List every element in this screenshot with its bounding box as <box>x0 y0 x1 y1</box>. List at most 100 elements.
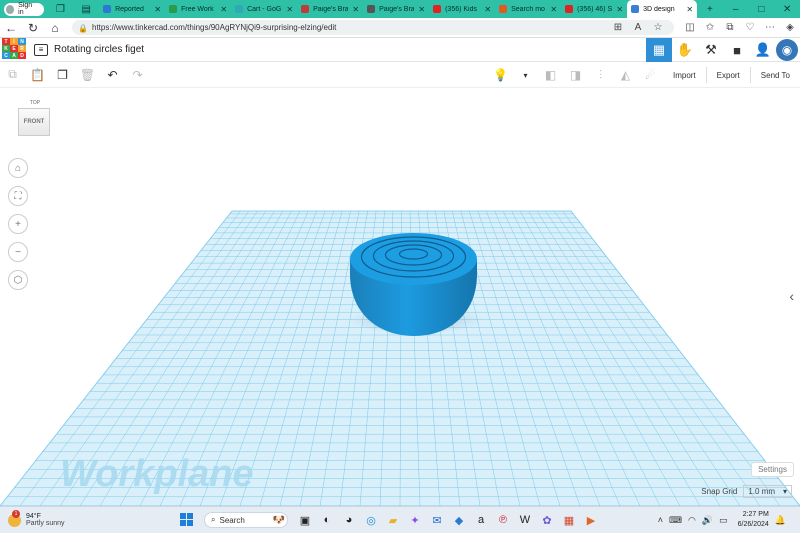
more-menu-icon[interactable]: ⋯ <box>760 22 780 33</box>
read-aloud-icon[interactable]: A <box>628 22 648 33</box>
wifi-icon[interactable]: ◠ <box>688 515 696 526</box>
align-icon[interactable]: ⫶ <box>588 68 613 83</box>
start-icon[interactable] <box>180 513 194 527</box>
project-title[interactable]: Rotating circles figet <box>54 44 144 55</box>
perspective-icon[interactable]: ⬡ <box>8 270 28 290</box>
view-cube-front[interactable]: FRONT <box>18 108 50 136</box>
ungroup-icon[interactable]: ◨ <box>563 68 588 82</box>
weather-widget[interactable]: 1 94°F Partly sunny <box>8 509 158 527</box>
export-button[interactable]: Export <box>707 71 750 80</box>
avatar[interactable]: ◉ <box>776 39 798 61</box>
sign-in-button[interactable]: Sign in <box>4 2 44 16</box>
zoom-out-icon[interactable]: − <box>8 242 28 262</box>
send-to-button[interactable]: Send To <box>751 71 800 80</box>
app-icon[interactable]: ✿ <box>536 511 558 529</box>
browser-tab[interactable]: Cart - GoG ✕ <box>231 0 297 18</box>
volume-icon[interactable]: 🔊 <box>702 515 713 526</box>
pickaxe-icon[interactable]: ⚒ <box>698 38 724 62</box>
url-field[interactable]: 🔒 https://www.tinkercad.com/things/90AgR… <box>72 20 674 35</box>
settings-button[interactable]: Settings <box>751 462 794 477</box>
tab-actions-icon[interactable]: ▤ <box>73 4 99 15</box>
mirror-icon[interactable]: ◭ <box>613 68 638 82</box>
close-tab-icon[interactable]: ✕ <box>686 5 693 14</box>
battery-icon[interactable]: ▭ <box>719 515 728 526</box>
clock[interactable]: 2:27 PM 6/26/2024 <box>738 510 769 530</box>
close-tab-icon[interactable]: ✕ <box>154 5 161 14</box>
home-button[interactable]: ⌂ <box>44 21 66 35</box>
light-bulb-icon[interactable]: 💡 <box>488 68 513 82</box>
group-icon[interactable]: ◧ <box>538 68 563 82</box>
browser-tab[interactable]: Reported ✕ <box>99 0 165 18</box>
fit-view-icon[interactable]: ⛶ <box>8 186 28 206</box>
file-explorer-icon[interactable]: ▰ <box>382 511 404 529</box>
maximize-button[interactable]: □ <box>749 4 775 15</box>
cruise-icon[interactable]: ☄ <box>638 68 663 82</box>
browser-tab[interactable]: 3D design ✕ <box>627 0 698 18</box>
notification-bell-icon[interactable]: 🔔 <box>775 515 786 526</box>
close-window-button[interactable]: ✕ <box>774 4 800 15</box>
taskbar-search[interactable]: ⌕ Search 🐶 <box>204 512 288 528</box>
copilot-icon[interactable]: ✦ <box>404 511 426 529</box>
wikipedia-icon[interactable]: W <box>514 511 536 529</box>
split-screen-icon[interactable]: ◫ <box>680 22 700 33</box>
favorite-star-icon[interactable]: ☆ <box>648 22 668 33</box>
browser-tab[interactable]: Free Work ✕ <box>165 0 231 18</box>
delete-icon[interactable]: 🗑 <box>75 68 100 82</box>
close-tab-icon[interactable]: ✕ <box>616 5 623 14</box>
edge-icon[interactable]: ◎ <box>360 511 382 529</box>
blocks-icon[interactable]: ✋ <box>672 38 698 62</box>
widgets-icon[interactable]: ▣ <box>294 511 316 529</box>
browser-tab[interactable]: Search mo ✕ <box>495 0 561 18</box>
mail-icon[interactable]: ✉ <box>426 511 448 529</box>
photos-icon[interactable]: ▶ <box>580 511 602 529</box>
keyboard-icon[interactable]: ⌨ <box>669 515 682 526</box>
browser-tab[interactable]: Paige's Bra ✕ <box>297 0 363 18</box>
close-tab-icon[interactable]: ✕ <box>286 5 293 14</box>
browser-tab[interactable]: (356) Kids ✕ <box>429 0 495 18</box>
close-tab-icon[interactable]: ✕ <box>220 5 227 14</box>
redo-icon[interactable]: ↷ <box>125 68 150 82</box>
panel-collapse-icon[interactable]: ‹ <box>789 288 794 304</box>
close-tab-icon[interactable]: ✕ <box>550 5 557 14</box>
collections-icon[interactable]: ⧉ <box>720 22 740 33</box>
add-user-icon[interactable]: 👤 <box>750 38 776 62</box>
minimize-button[interactable]: – <box>723 4 749 15</box>
office-icon[interactable]: ▦ <box>558 511 580 529</box>
undo-icon[interactable]: ↶ <box>100 68 125 82</box>
view-cube-top[interactable]: TOP <box>18 100 52 106</box>
paste-icon[interactable]: 📋 <box>25 68 50 82</box>
design-menu-icon[interactable]: ≡ <box>34 43 48 56</box>
pinterest-icon[interactable]: ℗ <box>492 511 514 529</box>
apps-icon[interactable]: ⊞ <box>608 22 628 33</box>
refresh-button[interactable]: ↻ <box>22 21 44 35</box>
copilot-icon[interactable]: ◈ <box>780 22 800 33</box>
close-tab-icon[interactable]: ✕ <box>484 5 491 14</box>
tinkercad-logo[interactable]: TIN KER CAD <box>2 38 28 62</box>
browser-tab[interactable]: Paige's Bra ✕ <box>363 0 429 18</box>
close-tab-icon[interactable]: ✕ <box>418 5 425 14</box>
chevron-up-icon[interactable]: ˄ <box>658 515 663 525</box>
teams-icon[interactable]: ◕ <box>338 511 360 529</box>
zoom-in-icon[interactable]: + <box>8 214 28 234</box>
back-button[interactable]: ← <box>0 21 22 35</box>
3d-workspace[interactable]: Workplane TOP FRONT ⌂ ⛶ + − ⬡ ‹ Settings… <box>0 88 800 506</box>
grid-view-icon[interactable]: ▦ <box>646 38 672 62</box>
briefcase-icon[interactable]: ■ <box>724 38 750 62</box>
store-icon[interactable]: ◆ <box>448 511 470 529</box>
dropdown-arrow-icon[interactable]: ▾ <box>513 71 538 80</box>
close-tab-icon[interactable]: ✕ <box>352 5 359 14</box>
workplane-scene[interactable]: Workplane <box>0 88 800 506</box>
home-view-icon[interactable]: ⌂ <box>8 158 28 178</box>
workspaces-icon[interactable]: ❐ <box>48 4 74 15</box>
amazon-icon[interactable]: a <box>470 511 492 529</box>
new-tab-button[interactable]: + <box>697 4 723 15</box>
favorites-icon[interactable]: ✩ <box>700 22 720 33</box>
view-cube[interactable]: TOP FRONT <box>18 100 52 140</box>
copy-icon[interactable]: ⧉ <box>0 67 25 82</box>
browser-tab[interactable]: (356) 46) S ✕ <box>561 0 627 18</box>
health-icon[interactable]: ♡ <box>740 22 760 33</box>
import-button[interactable]: Import <box>663 71 706 80</box>
chat-icon[interactable]: ◐ <box>316 511 338 529</box>
duplicate-icon[interactable]: ❐ <box>50 68 75 82</box>
snap-grid-select[interactable]: 1.0 mm ▾ <box>743 485 792 498</box>
